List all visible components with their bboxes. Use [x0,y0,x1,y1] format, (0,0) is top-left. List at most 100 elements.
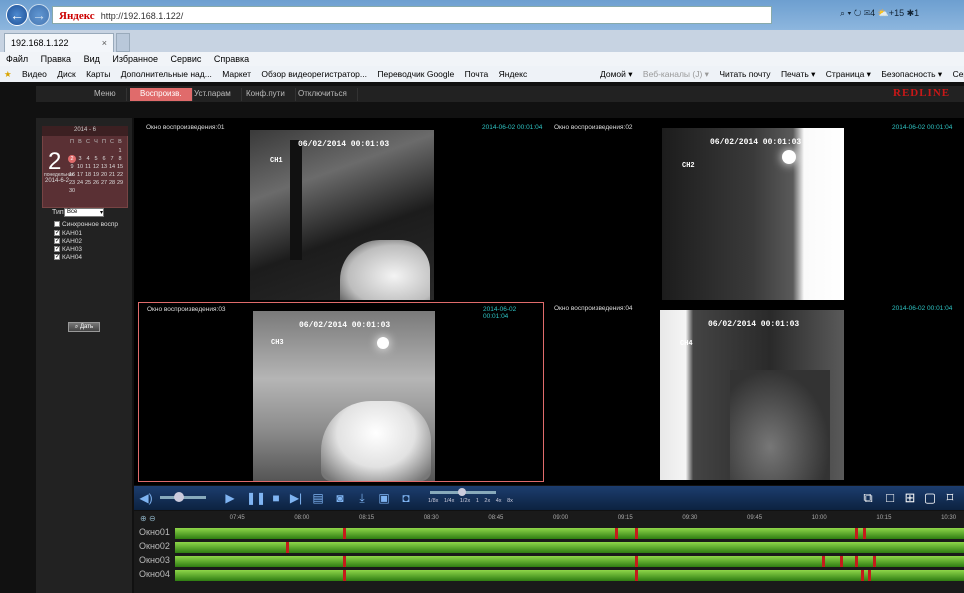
calendar-day[interactable]: 30 [68,187,76,195]
search-button[interactable]: ⌕ Дать [68,322,100,332]
volume-icon[interactable]: ◀) [138,490,154,506]
motion-event-mark[interactable] [343,528,347,539]
camera-snapshot-icon[interactable]: ◙ [332,490,348,506]
motion-event-mark[interactable] [868,570,872,581]
calendar-day[interactable]: 20 [100,171,108,179]
volume-slider-handle[interactable] [174,492,184,502]
cmd-print[interactable]: Печать ▾ [781,69,815,79]
motion-event-mark[interactable] [863,528,867,539]
menu-tools[interactable]: Сервис [171,54,202,64]
timeline-track[interactable] [175,542,964,553]
fav-maps[interactable]: Карты [86,69,110,79]
timeline-track[interactable] [175,556,964,567]
layout-1x1-icon[interactable]: □ [882,490,898,506]
motion-event-mark[interactable] [821,556,825,567]
download-icon[interactable]: ⤓ [354,490,370,506]
menu-view[interactable]: Вид [84,54,100,64]
nav-menu[interactable]: Меню [84,88,127,101]
calendar-day[interactable]: 15 [116,163,124,171]
calendar-day[interactable]: 18 [84,171,92,179]
calendar-day[interactable]: 9 [68,163,76,171]
motion-event-mark[interactable] [839,556,843,567]
fav-addons[interactable]: Дополнительные над... [121,69,212,79]
playback-pane-1[interactable]: Окно воспроизведения:01 2014-06-02 00:01… [138,120,544,300]
cmd-read-mail[interactable]: Читать почту [719,69,770,79]
play-icon[interactable]: ▶ [222,490,238,506]
calendar-day[interactable]: 27 [100,179,108,187]
stop-icon[interactable]: ■ [268,490,284,506]
fullscreen-icon[interactable]: ◘ [398,490,414,506]
calendar-day[interactable]: 22 [116,171,124,179]
playback-pane-3[interactable]: Окно воспроизведения:03 2014-06-02 00:01… [138,302,544,482]
fav-market[interactable]: Маркет [222,69,251,79]
nav-disconnect[interactable]: Отключиться [288,88,358,101]
forward-icon[interactable]: → [28,4,50,26]
calendar-day[interactable]: 7 [108,155,116,163]
menu-favorites[interactable]: Избранное [112,54,158,64]
nav-settings[interactable]: Уст.парам [184,88,242,101]
cmd-page[interactable]: Страница ▾ [826,69,871,79]
calendar-day[interactable]: 5 [92,155,100,163]
calendar-day[interactable]: 1 [116,147,124,155]
motion-event-mark[interactable] [635,556,639,567]
zoom-in-icon[interactable]: ⊕ [140,514,147,523]
fav-translate[interactable]: Переводчик Google [377,69,454,79]
next-frame-icon[interactable]: ▶| [288,490,304,506]
calendar-day[interactable]: 8 [116,155,124,163]
calendar-header[interactable]: 2014 - 6 [42,126,128,136]
calendar-day[interactable]: 21 [108,171,116,179]
motion-event-mark[interactable] [343,556,347,567]
favorites-star-icon[interactable]: ★ [4,69,12,79]
fav-mail[interactable]: Почта [465,69,489,79]
cmd-security[interactable]: Безопасность ▾ [881,69,942,79]
checkbox-ch01[interactable]: ✓ КАН01 [54,230,82,237]
back-icon[interactable]: ← [6,4,28,26]
menu-help[interactable]: Справка [214,54,249,64]
layout-4x4-icon[interactable]: ⌑ [942,490,958,506]
fav-review[interactable]: Обзор видеорегистратор... [261,69,367,79]
motion-event-mark[interactable] [286,542,290,553]
calendar-day[interactable]: 25 [84,179,92,187]
checkbox-ch02[interactable]: ✓ КАН02 [54,238,82,245]
clip-icon[interactable]: ▤ [310,490,326,506]
cmd-feeds[interactable]: Веб-каналы (J) ▾ [643,69,709,79]
close-tab-icon[interactable]: × [102,38,107,48]
layout-2x2-icon[interactable]: ⊞ [902,490,918,506]
calendar-day[interactable]: 24 [76,179,84,187]
timeline-track[interactable] [175,570,964,581]
checkbox-ch04[interactable]: ✓ КАН04 [54,254,82,261]
layout-3x3-icon[interactable]: ▢ [922,490,938,506]
calendar-day[interactable]: 2 [68,155,76,163]
calendar-day[interactable]: 6 [100,155,108,163]
motion-event-mark[interactable] [873,556,877,567]
calendar-day[interactable]: 12 [92,163,100,171]
motion-event-mark[interactable] [860,570,864,581]
record-icon[interactable]: ▣ [376,490,392,506]
fav-video[interactable]: Видео [22,69,47,79]
pause-icon[interactable]: ❚❚ [246,490,266,506]
calendar-day[interactable]: 14 [108,163,116,171]
fav-disk[interactable]: Диск [57,69,75,79]
checkbox-ch03[interactable]: ✓ КАН03 [54,246,82,253]
calendar-day[interactable]: 28 [108,179,116,187]
playback-pane-2[interactable]: Окно воспроизведения:02 2014-06-02 00:01… [550,120,962,300]
calendar-day[interactable]: 11 [84,163,92,171]
calendar-day[interactable]: 23 [68,179,76,187]
calendar-day[interactable]: 13 [100,163,108,171]
motion-event-mark[interactable] [635,528,639,539]
calendar-day[interactable]: 17 [76,171,84,179]
calendar-day[interactable]: 10 [76,163,84,171]
calendar-day[interactable]: 16 [68,171,76,179]
calendar-day[interactable]: 19 [92,171,100,179]
speed-slider-handle[interactable] [458,488,466,496]
fav-yandex[interactable]: Яндекс [499,69,528,79]
checkbox-sync[interactable]: Синхронное воспр [54,221,118,228]
browser-tab[interactable]: 192.168.1.122 × [4,33,114,52]
nav-path[interactable]: Конф.пути [236,88,296,101]
calendar-day[interactable]: 26 [92,179,100,187]
calendar-day[interactable]: 4 [84,155,92,163]
calendar-day[interactable]: 3 [76,155,84,163]
timeline-track[interactable] [175,528,964,539]
menu-edit[interactable]: Правка [41,54,71,64]
menu-file[interactable]: Файл [6,54,28,64]
